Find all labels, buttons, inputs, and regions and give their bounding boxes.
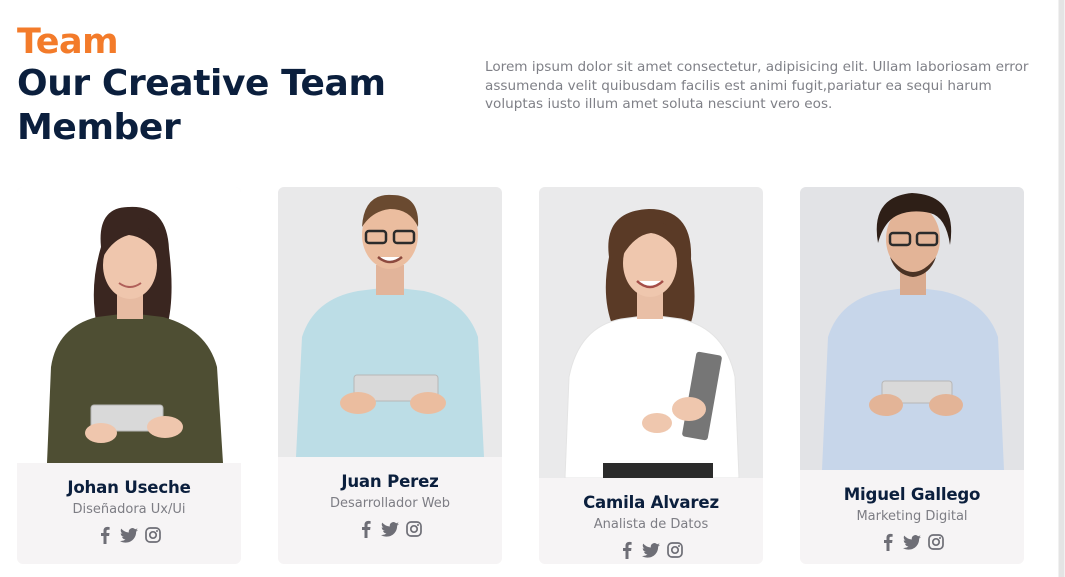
section-description: Lorem ipsum dolor sit amet consectetur, … bbox=[485, 59, 1029, 112]
social-links bbox=[278, 520, 502, 538]
section-eyebrow: Team bbox=[17, 22, 119, 62]
member-photo bbox=[800, 187, 1024, 470]
member-name: Juan Perez bbox=[341, 472, 439, 491]
social-links bbox=[17, 526, 241, 544]
facebook-icon[interactable] bbox=[96, 526, 114, 544]
instagram-icon[interactable] bbox=[144, 526, 162, 544]
team-card-miguel-gallego: Miguel Gallego Marketing Digital bbox=[800, 187, 1024, 564]
member-photo bbox=[17, 187, 241, 463]
team-card-johan-useche: Johan Useche Diseñadora Ux/Ui bbox=[17, 187, 241, 564]
social-links bbox=[800, 533, 1024, 551]
twitter-icon[interactable] bbox=[903, 533, 921, 551]
member-photo bbox=[278, 187, 502, 457]
member-role: Diseñadora Ux/Ui bbox=[72, 502, 186, 517]
member-name: Camila Alvarez bbox=[583, 493, 719, 512]
member-role: Analista de Datos bbox=[593, 517, 709, 532]
twitter-icon[interactable] bbox=[642, 541, 660, 559]
member-name: Miguel Gallego bbox=[843, 485, 981, 504]
social-links bbox=[539, 541, 763, 559]
member-role: Marketing Digital bbox=[856, 509, 968, 524]
facebook-icon[interactable] bbox=[357, 520, 375, 538]
instagram-icon[interactable] bbox=[666, 541, 684, 559]
twitter-icon[interactable] bbox=[120, 526, 138, 544]
facebook-icon[interactable] bbox=[618, 541, 636, 559]
instagram-icon[interactable] bbox=[405, 520, 423, 538]
instagram-icon[interactable] bbox=[927, 533, 945, 551]
scrollbar[interactable] bbox=[1058, 0, 1065, 577]
section-title: Our Creative Team Member bbox=[17, 63, 386, 148]
scrollbar-thumb[interactable] bbox=[1059, 0, 1064, 577]
twitter-icon[interactable] bbox=[381, 520, 399, 538]
team-card-juan-perez: Juan Perez Desarrollador Web bbox=[278, 187, 502, 564]
member-photo bbox=[539, 187, 763, 478]
member-name: Johan Useche bbox=[67, 478, 191, 497]
facebook-icon[interactable] bbox=[879, 533, 897, 551]
member-role: Desarrollador Web bbox=[329, 496, 451, 511]
team-card-camila-alvarez: Camila Alvarez Analista de Datos bbox=[539, 187, 763, 564]
